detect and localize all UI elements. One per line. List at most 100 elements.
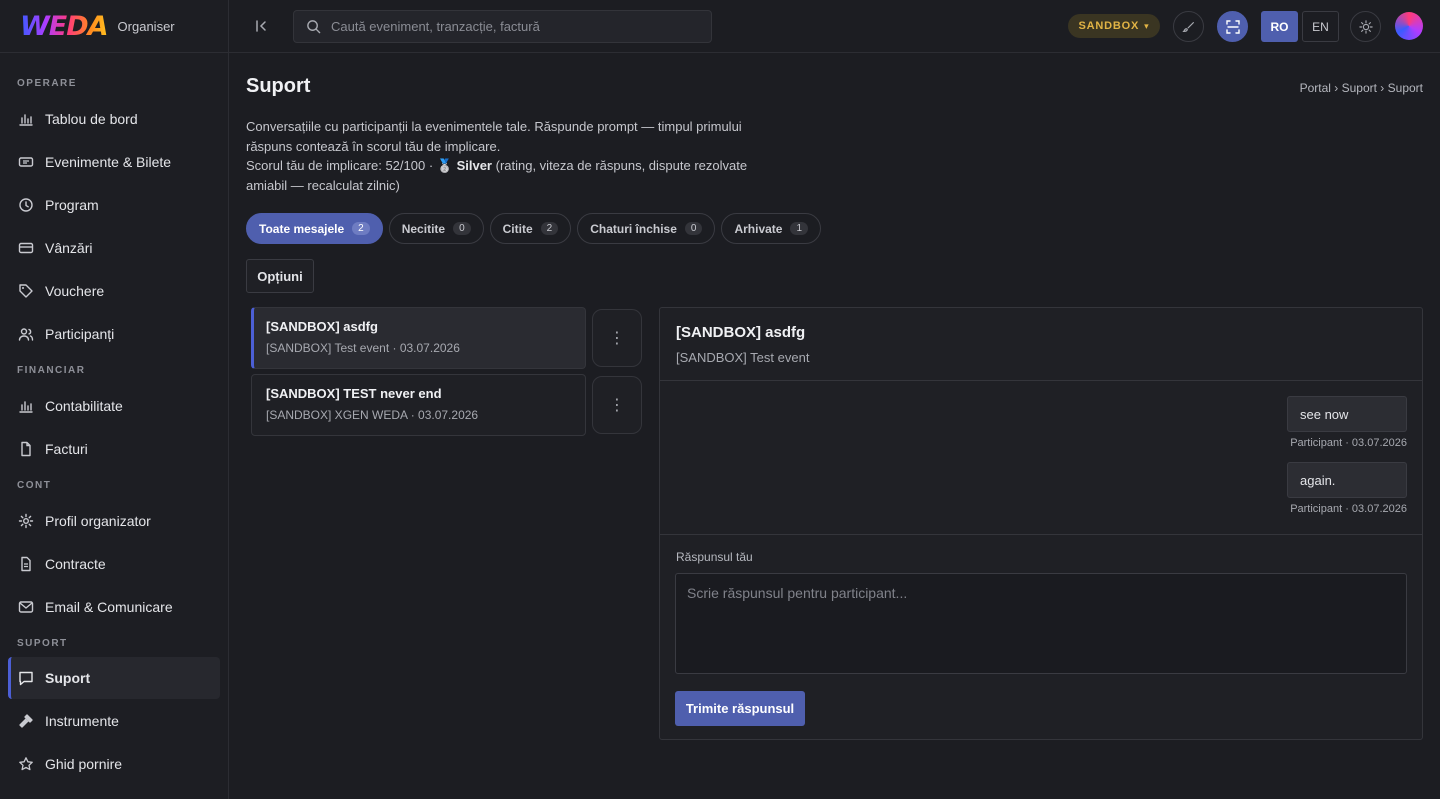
language-ro-button[interactable]: RO — [1261, 11, 1298, 42]
message-meta: Participant · 03.07.2026 — [1290, 503, 1407, 515]
tab-count-badge: 0 — [684, 222, 703, 235]
tab-toate-mesajele[interactable]: Toate mesajele 2 — [246, 213, 383, 244]
bar-chart-icon — [19, 113, 33, 126]
tab-count-badge: 2 — [352, 222, 370, 235]
sun-icon — [1358, 19, 1373, 34]
weda-logo[interactable]: WEDA — [20, 11, 109, 42]
users-icon — [18, 327, 34, 341]
conversation-item[interactable]: [SANDBOX] TEST never end [SANDBOX] XGEN W… — [251, 374, 586, 436]
environment-selector[interactable]: SANDBOX ▾ — [1068, 14, 1160, 38]
sidebar-item-label: Contabilitate — [45, 397, 123, 414]
gear-icon — [18, 513, 34, 528]
sidebar: WEDA Organiser OPERARE Tablou de bord Even… — [0, 0, 229, 799]
ticket-icon — [18, 156, 34, 167]
hammer-icon — [19, 713, 33, 728]
page-description: Conversațiile cu participanții la evenim… — [246, 117, 756, 195]
sidebar-item-label: Tablou de bord — [45, 110, 138, 127]
search-input[interactable] — [331, 19, 691, 34]
sidebar-item-facturi[interactable]: Facturi — [0, 427, 220, 470]
sidebar-item-profil-organizator[interactable]: Profil organizator — [0, 499, 220, 542]
sidebar-item-label: Ghid pornire — [45, 755, 123, 772]
topbar: SANDBOX ▾ RO EN — [229, 0, 1440, 53]
collapse-sidebar-icon[interactable] — [253, 18, 269, 34]
main-content: Suport Portal › Suport › Suport Conversa… — [229, 53, 1440, 799]
chevron-down-icon: ▾ — [1144, 20, 1150, 31]
conversation-item[interactable]: [SANDBOX] asdfg [SANDBOX] Test event · 03… — [251, 307, 586, 369]
tab-label: Chaturi închise — [590, 221, 677, 236]
sidebar-item-contabilitate[interactable]: Contabilitate — [0, 384, 220, 427]
credit-card-icon — [18, 242, 34, 253]
environment-label: SANDBOX — [1078, 20, 1140, 32]
sidebar-item-evenimente-bilete[interactable]: Evenimente & Bilete — [0, 140, 220, 183]
options-button[interactable]: Opțiuni — [246, 259, 314, 293]
theme-toggle-button[interactable] — [1350, 11, 1381, 42]
conversation-item-title: [SANDBOX] TEST never end — [266, 386, 442, 401]
message-bubble: again. — [1287, 462, 1407, 498]
scan-icon — [1225, 19, 1240, 34]
message-thread: see now Participant · 03.07.2026 again. Par… — [660, 381, 1422, 535]
sidebar-item-participanți[interactable]: Participanți — [0, 312, 220, 355]
star-icon — [19, 756, 33, 770]
sidebar-item-label: Program — [45, 196, 99, 213]
score-prefix: Scorul tău de implicare: 52/100 · 🥈 — [246, 158, 457, 173]
conversation-item-title: [SANDBOX] asdfg — [266, 319, 378, 334]
sidebar-item-label: Email & Comunicare — [45, 598, 173, 615]
reply-textarea[interactable] — [675, 573, 1407, 674]
sidebar-item-label: Instrumente — [45, 712, 119, 729]
avatar[interactable] — [1395, 12, 1423, 40]
sidebar-item-label: Evenimente & Bilete — [45, 153, 172, 170]
sidebar-section-title: OPERARE — [17, 78, 77, 89]
conversation-panel: [SANDBOX] asdfg [SANDBOX] Test event see… — [659, 307, 1423, 740]
sidebar-item-vouchere[interactable]: Vouchere — [0, 269, 220, 312]
language-en-button[interactable]: EN — [1302, 11, 1339, 42]
tab-label: Necitite — [401, 221, 446, 236]
more-options-icon[interactable]: ⋮ — [592, 376, 642, 434]
tag-icon — [19, 283, 33, 298]
sidebar-item-label: Contracte — [45, 555, 106, 572]
bar-chart-icon — [19, 400, 33, 413]
conversation-item-subtitle: [SANDBOX] Test event · 03.07.2026 — [266, 341, 460, 355]
tab-arhivate[interactable]: Arhivate 1 — [721, 213, 822, 244]
tab-chaturi-închise[interactable]: Chaturi închise 0 — [577, 213, 716, 244]
search-bar[interactable] — [293, 10, 712, 43]
sidebar-item-instrumente[interactable]: Instrumente — [0, 699, 220, 742]
message-meta: Participant · 03.07.2026 — [1290, 437, 1407, 449]
sidebar-section-title: CONT — [17, 480, 52, 491]
mail-icon — [18, 600, 34, 613]
sidebar-item-label: Vânzări — [45, 239, 93, 256]
conversation-title: [SANDBOX] asdfg — [676, 324, 806, 341]
sidebar-item-label: Profil organizator — [45, 512, 151, 529]
brush-icon — [1181, 21, 1194, 32]
conversation-subtitle: [SANDBOX] Test event — [676, 350, 810, 365]
brand: WEDA Organiser — [0, 0, 228, 53]
sidebar-item-vânzări[interactable]: Vânzări — [0, 226, 220, 269]
breadcrumb: Portal › Suport › Suport — [1299, 81, 1423, 95]
tab-count-badge: 0 — [453, 222, 471, 235]
sidebar-nav: OPERARE Tablou de bord Evenimente & Bilete… — [0, 53, 228, 785]
sidebar-section-title: FINANCIAR — [17, 365, 86, 376]
more-options-icon[interactable]: ⋮ — [592, 309, 642, 367]
sidebar-item-tablou-de-bord[interactable]: Tablou de bord — [0, 97, 220, 140]
clock-icon — [19, 197, 33, 212]
search-icon — [307, 20, 321, 34]
file-icon — [21, 441, 31, 456]
tab-count-badge: 1 — [790, 222, 809, 235]
tab-necitite[interactable]: Necitite 0 — [388, 213, 484, 244]
conversation-item-subtitle: [SANDBOX] XGEN WEDA · 03.07.2026 — [266, 408, 479, 422]
sidebar-item-label: Suport — [45, 670, 91, 686]
sidebar-item-email-comunicare[interactable]: Email & Comunicare — [0, 585, 220, 628]
sidebar-item-label: Participanți — [45, 325, 115, 342]
scanner-button[interactable] — [1217, 11, 1248, 42]
sidebar-item-program[interactable]: Program — [0, 183, 220, 226]
reply-label: Răspunsul tău — [676, 550, 753, 564]
score-tier: Silver — [456, 158, 492, 173]
send-reply-button[interactable]: Trimite răspunsul — [675, 691, 805, 726]
tab-citite[interactable]: Citite 2 — [489, 213, 572, 244]
sidebar-item-ghid-pornire[interactable]: Ghid pornire — [0, 742, 220, 785]
filter-tabs: Toate mesajele 2 Necitite 0 Citite 2 Chaturi î… — [246, 213, 822, 244]
sidebar-item-contracte[interactable]: Contracte — [0, 542, 220, 585]
description-text: Conversațiile cu participanții la evenim… — [246, 119, 742, 154]
sidebar-item-suport[interactable]: Suport — [8, 657, 220, 699]
tools-button[interactable] — [1173, 11, 1204, 42]
tab-label: Citite — [502, 221, 533, 236]
